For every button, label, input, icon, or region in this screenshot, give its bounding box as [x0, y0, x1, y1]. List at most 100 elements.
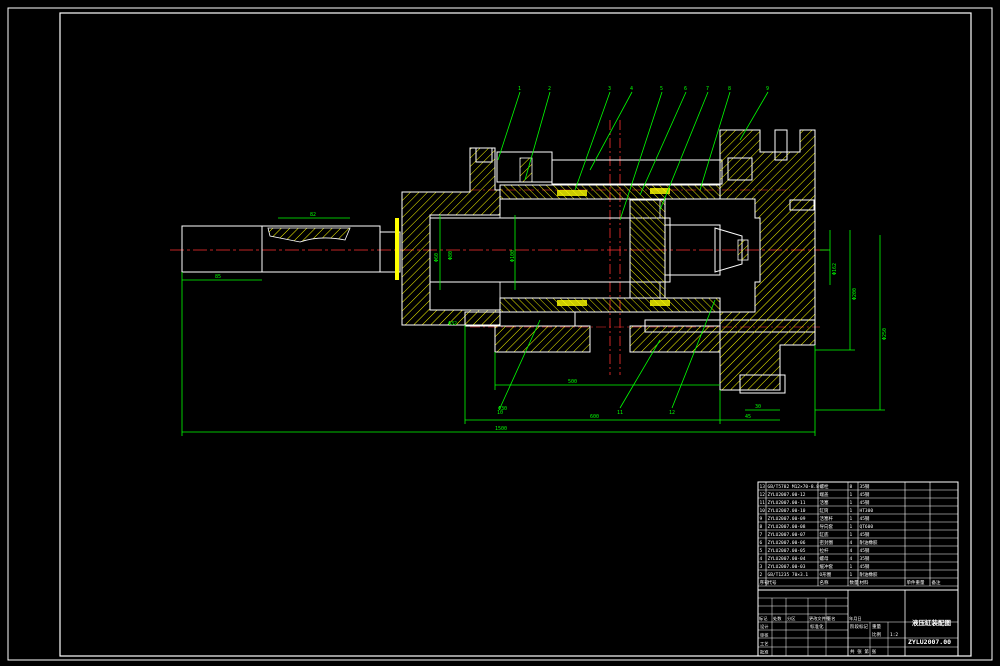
table-cell: GB/T1235 70×3.1: [768, 572, 809, 578]
seal-ring-left: [395, 218, 399, 280]
table-cell: GB/T5782 M12×70-8.8: [768, 484, 820, 490]
table-cell: QT600: [860, 524, 874, 530]
table-cell: 4: [760, 556, 763, 562]
table-cell: HT300: [860, 508, 874, 514]
weight-label: 重量: [872, 623, 881, 630]
table-header-cell: 代号: [768, 579, 777, 586]
dim-rod-section: 82: [310, 212, 316, 218]
dim-left: Φ60: [434, 253, 440, 262]
dim-gap: 30: [755, 404, 761, 410]
drawing-stage: 85 82 1500 600 500 45 30 Φ80 Φ100 Φ60 Φ1…: [0, 0, 1000, 666]
table-cell: ZYLU2007.00-09: [768, 516, 806, 522]
balloon-label: 5: [660, 86, 663, 92]
table-cell: ZYLU2007.00-04: [768, 556, 806, 562]
balloon-label: 12: [669, 410, 675, 416]
title-block-label: 签名: [827, 615, 835, 622]
table-cell: 活塞杆: [820, 515, 834, 522]
balloon-label: 8: [728, 86, 731, 92]
dim-piston: Φ100: [510, 250, 516, 262]
title-block-role: 批准: [760, 649, 768, 656]
dim-bore: Φ80: [448, 251, 454, 260]
title-block-role: 设计: [760, 623, 768, 630]
lower-flange-left: [494, 325, 591, 353]
table-cell: 35钢: [860, 483, 870, 490]
table-cell: 3: [760, 564, 763, 570]
table-cell: ZYLU2007.00-08: [768, 524, 806, 530]
table-cell: 螺母: [820, 555, 829, 562]
table-cell: 7: [760, 532, 763, 538]
title-block-label: 分区: [787, 615, 795, 622]
table-cell: 1: [850, 492, 853, 498]
table-cell: 45钢: [860, 491, 870, 498]
table-cell: 1: [850, 508, 853, 514]
table-cell: ZYLU2007.00-11: [768, 500, 806, 506]
table-cell: 1: [850, 524, 853, 530]
table-cell: 螺栓: [820, 483, 829, 490]
piston: [629, 199, 666, 299]
std-label: 标准化: [810, 623, 824, 630]
title-block-label: 标记: [759, 615, 768, 622]
table-cell: ZYLU2007.00-05: [768, 548, 806, 554]
table-cell: 45钢: [860, 499, 870, 506]
tube-wall-bottom: [499, 297, 721, 313]
dim-right-1: Φ162: [832, 263, 838, 275]
seal-piston-bottom: [650, 300, 670, 306]
table-cell: 1: [850, 532, 853, 538]
table-cell: 13: [760, 484, 766, 490]
table-header-cell: 名称: [820, 579, 829, 586]
stage-label: 阶段标记: [850, 623, 868, 630]
table-cell: 35钢: [860, 555, 870, 562]
balloon-label: 11: [617, 410, 623, 416]
table-cell: ZYLU2007.00-12: [768, 492, 806, 498]
table-cell: 45钢: [860, 531, 870, 538]
dim-stroke: 500: [568, 379, 577, 385]
dim-overall: 1500: [495, 426, 507, 432]
table-cell: 缓冲套: [820, 563, 834, 570]
table-cell: 拉杆: [820, 547, 829, 554]
table-cell: 6: [760, 540, 763, 546]
table-cell: 导向套: [820, 523, 834, 530]
table-cell: 8: [760, 524, 763, 530]
title-block-label: 处数: [773, 615, 782, 622]
table-cell: ZYLU2007.00-10: [768, 508, 806, 514]
table-cell: 活塞: [820, 499, 829, 506]
dim-right-2: Φ200: [852, 288, 858, 300]
table-cell: 1: [850, 572, 853, 578]
balloon-label: 3: [608, 86, 611, 92]
title-text: 液压缸装配图: [912, 618, 952, 627]
balloon-label: 4: [630, 86, 633, 92]
table-cell: 耐油橡胶: [860, 571, 878, 578]
piston-pin: [737, 239, 749, 261]
table-cell: 端盖: [820, 491, 829, 498]
table-cell: 11: [760, 500, 766, 506]
table-cell: 10: [760, 508, 766, 514]
balloon-label: 2: [548, 86, 551, 92]
table-header-cell: 数量: [850, 579, 859, 586]
title-block-role: 审核: [760, 632, 769, 639]
table-cell: 缸底: [820, 531, 829, 538]
sheet-label: 共 张 第 张: [850, 648, 877, 655]
balloon-label: 1: [518, 86, 521, 92]
table-cell: 4: [850, 540, 853, 546]
lower-flange-right: [629, 325, 721, 353]
table-header-cell: 材料: [860, 579, 869, 586]
dim-body: 600: [590, 414, 599, 420]
cad-drawing: 85 82 1500 600 500 45 30 Φ80 Φ100 Φ60 Φ1…: [0, 0, 1000, 666]
seal-top: [557, 190, 587, 196]
title-block-label: 年月日: [849, 615, 862, 622]
table-cell: ZYLU2007.00-03: [768, 564, 806, 570]
table-cell: 8: [850, 484, 853, 490]
table-cell: 12: [760, 492, 766, 498]
tube-wall-top: [499, 184, 721, 200]
table-cell: 密封圈: [820, 539, 834, 546]
balloon-label: 9: [766, 86, 769, 92]
table-header-cell: 备注: [932, 579, 941, 586]
table-cell: 缸筒: [820, 507, 829, 514]
scale-value: 1:2: [890, 632, 898, 638]
dim-left-note: Φ32: [448, 321, 457, 327]
balloon-label: 7: [706, 86, 709, 92]
table-cell: 45钢: [860, 547, 870, 554]
balloon-label: 10: [497, 410, 503, 416]
table-cell: 1: [850, 564, 853, 570]
table-cell: 45钢: [860, 515, 870, 522]
